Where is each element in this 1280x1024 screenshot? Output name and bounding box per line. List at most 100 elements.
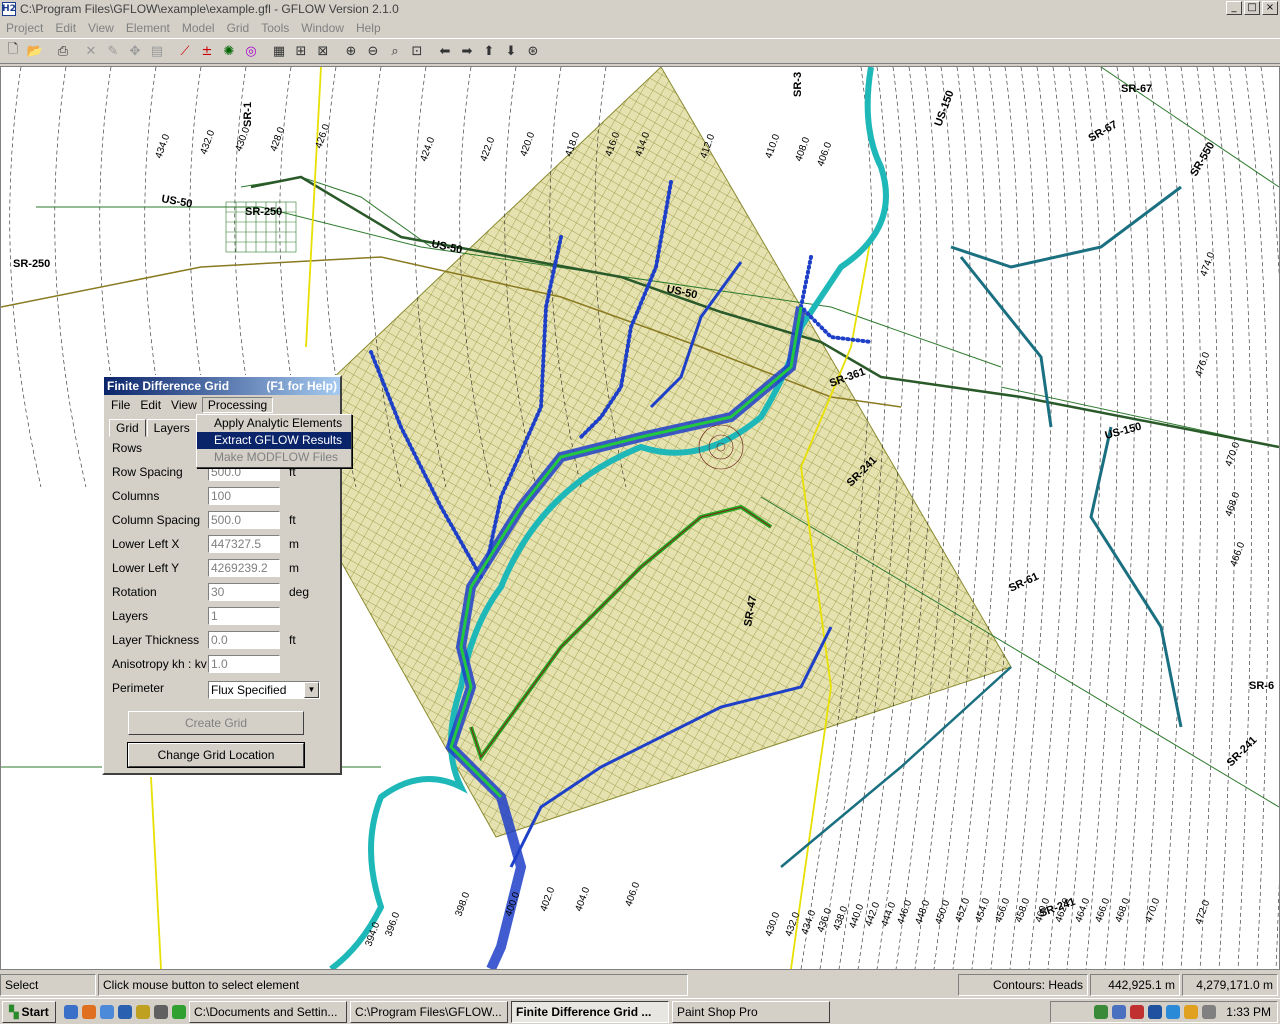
menu-model[interactable]: Model [176, 21, 221, 35]
quick-launch [64, 1004, 186, 1019]
road-label: SR-3 [792, 72, 804, 97]
zoom-extents-icon[interactable]: ⊡ [406, 40, 428, 62]
menu-window[interactable]: Window [295, 21, 350, 35]
status-hint: Click mouse button to select element [98, 974, 688, 996]
pan-up-icon[interactable]: ⬆ [478, 40, 500, 62]
edit-icon[interactable]: ✎ [102, 40, 124, 62]
pan-left-icon[interactable]: ⬅ [434, 40, 456, 62]
road-label: SR-250 [245, 206, 282, 218]
calculate-icon[interactable]: ⊞ [290, 40, 312, 62]
tray-icon-3[interactable] [1130, 1005, 1145, 1019]
task-finite-difference-grid[interactable]: Finite Difference Grid ... [511, 1000, 669, 1023]
lower-left-y-field[interactable] [208, 559, 280, 577]
tray-icon-4[interactable] [1148, 1005, 1163, 1019]
menu-item-make-modflow-files[interactable]: Make MODFLOW Files [197, 449, 351, 466]
delete-icon[interactable]: ✕ [80, 40, 102, 62]
menu-bar: Project Edit View Element Model Grid Too… [0, 18, 1280, 38]
tray-icon-1[interactable] [1094, 1005, 1109, 1019]
menu-view[interactable]: View [82, 21, 120, 35]
column-spacing-label: Column Spacing [112, 513, 201, 527]
status-mode: Select [0, 974, 96, 996]
well-icon[interactable]: ± [196, 40, 218, 62]
dialog-title: Finite Difference Grid [107, 379, 230, 393]
app-icon: H2 [2, 2, 16, 16]
zoom-window-icon[interactable]: ⌕ [384, 40, 406, 62]
menu-project[interactable]: Project [0, 21, 49, 35]
menu-item-extract-gflow-results[interactable]: Extract GFLOW Results [197, 432, 351, 449]
task-gflow[interactable]: C:\Program Files\GFLOW... [350, 1000, 508, 1023]
task-paint-shop-pro[interactable]: Paint Shop Pro [672, 1000, 830, 1023]
start-label: Start [21, 1004, 49, 1019]
properties-icon[interactable]: ▤ [146, 40, 168, 62]
rotation-label: Rotation [112, 585, 157, 599]
rows-label: Rows [112, 441, 143, 455]
outlook-icon[interactable] [118, 1004, 132, 1019]
change-grid-location-button[interactable]: Change Grid Location [127, 742, 305, 768]
minimize-button[interactable]: _ [1226, 1, 1242, 15]
folder-icon[interactable] [136, 1004, 150, 1019]
menu-help[interactable]: Help [350, 21, 387, 35]
perimeter-select[interactable]: Flux Specified ▼ [208, 681, 320, 699]
pond-icon[interactable]: ✺ [218, 40, 240, 62]
dialog-menu-bar: File Edit View Processing [104, 395, 340, 415]
zoom-in-icon[interactable]: ⊕ [340, 40, 362, 62]
layers-field[interactable] [208, 607, 280, 625]
inhomogeneity-icon[interactable]: ◎ [240, 40, 262, 62]
lower-left-x-label: Lower Left X [112, 537, 180, 551]
menu-item-apply-analytic-elements[interactable]: Apply Analytic Elements [197, 415, 351, 432]
columns-label: Columns [112, 489, 160, 503]
road-label: SR-6 [1249, 680, 1274, 692]
zoom-out-icon[interactable]: ⊖ [362, 40, 384, 62]
column-spacing-unit: ft [289, 513, 296, 527]
anisotropy-field[interactable] [208, 655, 280, 673]
maximize-button[interactable]: □ [1244, 1, 1260, 15]
pan-right-icon[interactable]: ➡ [456, 40, 478, 62]
menu-edit[interactable]: Edit [49, 21, 82, 35]
perimeter-label: Perimeter [112, 681, 165, 695]
anisotropy-label: Anisotropy kh : kv [112, 657, 207, 671]
menu-tools[interactable]: Tools [255, 21, 295, 35]
column-spacing-field[interactable] [208, 511, 280, 529]
network-icon[interactable] [100, 1004, 114, 1019]
new-icon[interactable]: 🗋 [2, 40, 24, 62]
create-grid-button[interactable]: Create Grid [128, 711, 304, 735]
menu-element[interactable]: Element [120, 21, 176, 35]
dialog-menu-processing[interactable]: Processing [201, 397, 274, 413]
print-icon[interactable]: ⎙ [52, 40, 74, 62]
layer-thickness-label: Layer Thickness [112, 633, 200, 647]
tab-grid[interactable]: Grid [109, 419, 146, 437]
app-quick-icon[interactable] [172, 1004, 186, 1019]
menu-grid[interactable]: Grid [221, 21, 256, 35]
firefox-icon[interactable] [82, 1004, 96, 1019]
rotation-field[interactable] [208, 583, 280, 601]
processing-menu: Apply Analytic Elements Extract GFLOW Re… [196, 414, 352, 468]
lower-left-x-field[interactable] [208, 535, 280, 553]
tray-icon-7[interactable] [1202, 1005, 1217, 1019]
dialog-menu-file[interactable]: File [106, 398, 135, 412]
grid-icon[interactable]: ▦ [268, 40, 290, 62]
ie-icon[interactable] [64, 1004, 78, 1019]
tray-icon-2[interactable] [1112, 1005, 1127, 1019]
tab-layers[interactable]: Layers [146, 419, 197, 437]
pan-down-icon[interactable]: ⬇ [500, 40, 522, 62]
columns-field[interactable] [208, 487, 280, 505]
window-title: C:\Program Files\GFLOW\example\example.g… [20, 2, 399, 16]
dialog-menu-edit[interactable]: Edit [135, 398, 166, 412]
layer-thickness-unit: ft [289, 633, 296, 647]
center-icon[interactable]: ⊛ [522, 40, 544, 62]
desktop-icon[interactable] [154, 1004, 168, 1019]
start-button[interactable]: ▚ Start [2, 1000, 56, 1023]
tray-icon-6[interactable] [1184, 1005, 1199, 1019]
system-tray: 1:33 PM [1050, 1001, 1278, 1023]
layer-thickness-field[interactable] [208, 631, 280, 649]
contour-icon[interactable]: ⊠ [312, 40, 334, 62]
dialog-menu-view[interactable]: View [166, 398, 202, 412]
taskbar: ▚ Start C:\Documents and Settin... C:\Pr… [0, 998, 1280, 1024]
line-sink-icon[interactable]: ⟋ [174, 40, 196, 62]
tray-icon-5[interactable] [1166, 1005, 1181, 1019]
close-button[interactable]: × [1262, 1, 1278, 15]
chevron-down-icon[interactable]: ▼ [304, 682, 319, 698]
open-icon[interactable]: 📂 [24, 40, 46, 62]
task-documents[interactable]: C:\Documents and Settin... [189, 1000, 347, 1023]
move-icon[interactable]: ✥ [124, 40, 146, 62]
